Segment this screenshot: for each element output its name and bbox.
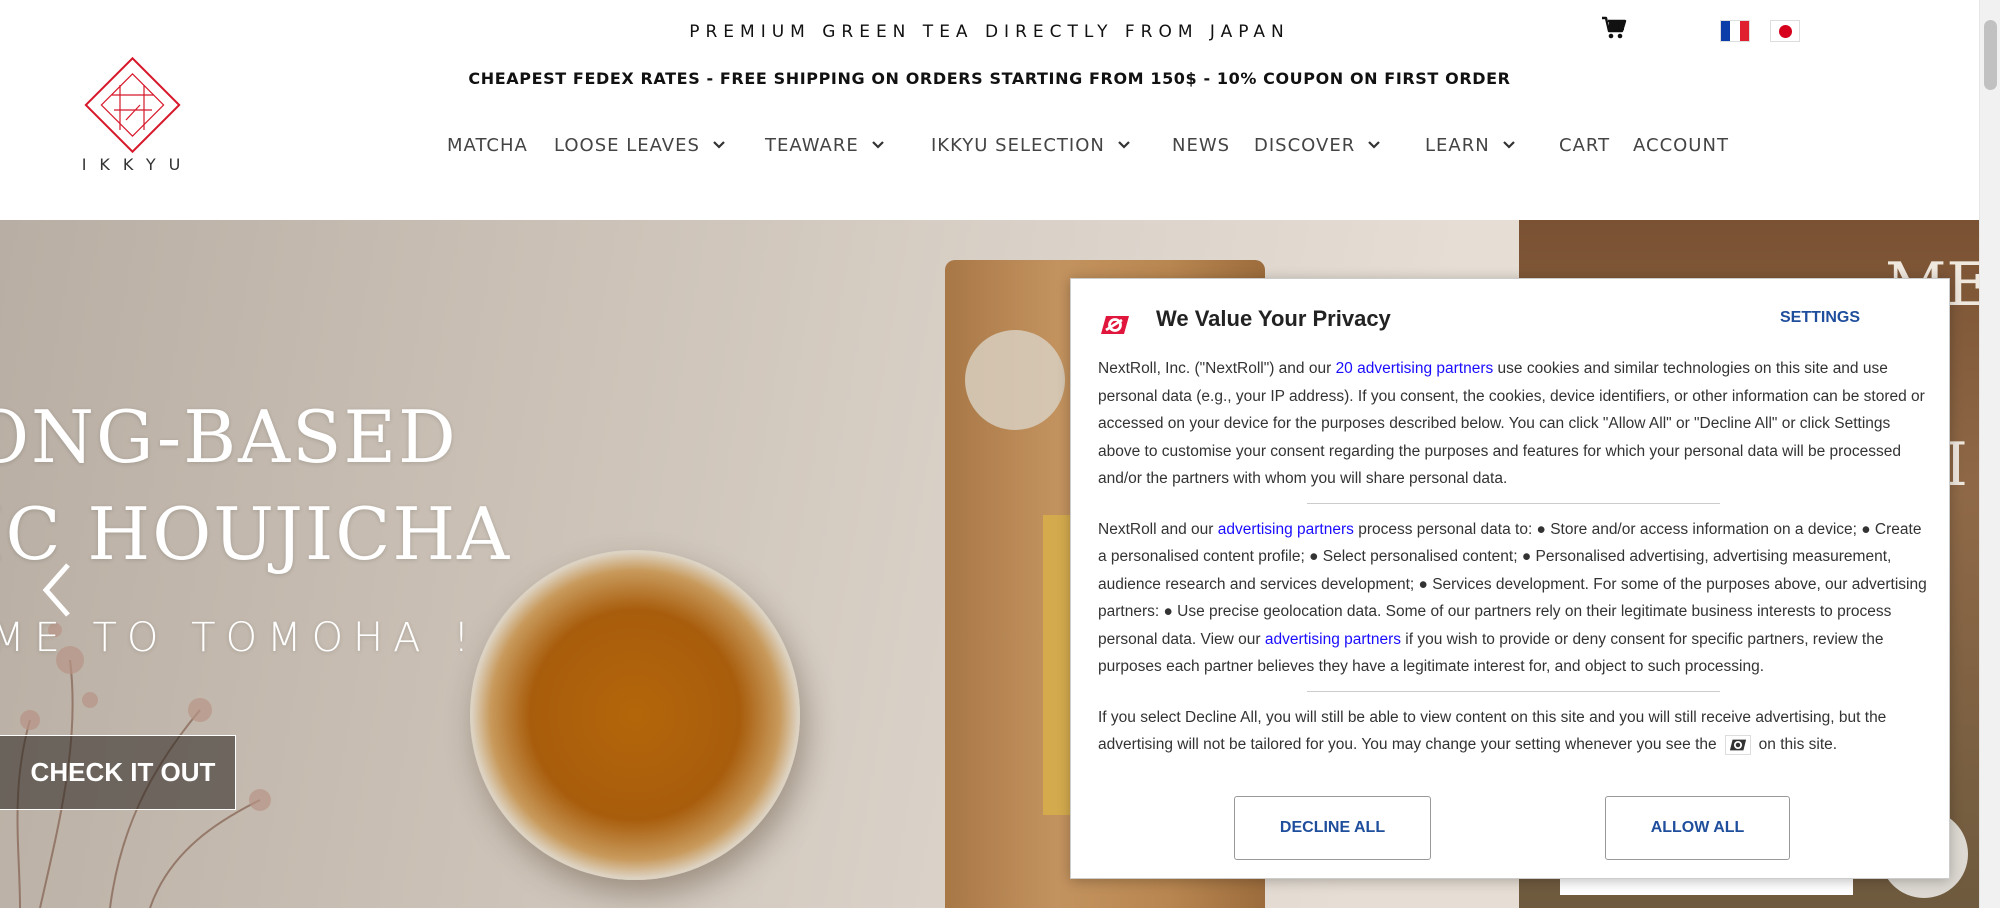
consent-text: use cookies and similar technologies on … bbox=[1098, 360, 1925, 487]
nav-item-label: MATCHA bbox=[447, 134, 528, 156]
consent-text: NextRoll and our bbox=[1098, 520, 1218, 538]
settings-button[interactable]: SETTINGS bbox=[1780, 309, 1860, 327]
nav-item-label: TEAWARE bbox=[765, 134, 859, 156]
nav-item-label: LOOSE LEAVES bbox=[554, 134, 700, 156]
hero-heading-line: ONG-BASED bbox=[0, 395, 458, 479]
header-tagline: PREMIUM GREEN TEA DIRECTLY FROM JAPAN bbox=[689, 22, 1290, 42]
chevron-down-icon bbox=[1502, 141, 1515, 149]
advertising-partners-link[interactable]: 20 advertising partners bbox=[1336, 360, 1494, 377]
consent-paragraph: NextRoll and our advertising partners pr… bbox=[1098, 516, 1928, 681]
decline-all-button[interactable]: DECLINE ALL bbox=[1234, 796, 1431, 860]
advertising-partners-link[interactable]: advertising partners bbox=[1218, 521, 1354, 538]
dialog-body: NextRoll, Inc. ("NextRoll") and our 20 a… bbox=[1098, 355, 1928, 759]
dialog-title: We Value Your Privacy bbox=[1156, 306, 1391, 331]
nav-item-discover[interactable]: DISCOVER bbox=[1254, 130, 1381, 160]
nav-item-label: ACCOUNT bbox=[1633, 134, 1729, 156]
nav-item-ikkyu-selection[interactable]: IKKYU SELECTION bbox=[931, 130, 1131, 160]
chevron-down-icon bbox=[1118, 141, 1130, 149]
check-it-out-button[interactable]: CHECK IT OUT bbox=[0, 735, 236, 810]
nav-item-label: NEWS bbox=[1172, 134, 1231, 156]
nav-item-news[interactable]: NEWS bbox=[1172, 130, 1230, 160]
ikkyu-logo[interactable]: IKKYU bbox=[70, 55, 195, 180]
chevron-down-icon bbox=[1368, 141, 1380, 149]
consent-text: NextRoll, Inc. ("NextRoll") and our bbox=[1098, 360, 1336, 377]
cart-icon[interactable] bbox=[1601, 16, 1627, 40]
nav-item-label: LEARN bbox=[1425, 134, 1490, 156]
consent-paragraph: NextRoll, Inc. ("NextRoll") and our 20 a… bbox=[1098, 355, 1928, 493]
nav-item-matcha[interactable]: MATCHA bbox=[447, 130, 528, 160]
nextroll-consent-icon[interactable] bbox=[1724, 734, 1751, 755]
nav-item-label: CART bbox=[1559, 134, 1611, 156]
consent-text: process personal data to: ● Store and/or… bbox=[1098, 520, 1927, 648]
chevron-down-icon bbox=[871, 141, 884, 149]
chevron-left-icon[interactable] bbox=[38, 560, 78, 620]
privacy-consent-dialog: We Value Your Privacy SETTINGS NextRoll,… bbox=[1070, 278, 1950, 879]
nav-item-learn[interactable]: LEARN bbox=[1425, 130, 1516, 160]
jas-organic-seal bbox=[965, 330, 1065, 430]
flag-france-icon[interactable] bbox=[1720, 20, 1750, 42]
hero-subheading: ME TO TOMOHA ! bbox=[0, 615, 480, 661]
nav-item-label: IKKYU SELECTION bbox=[931, 134, 1105, 156]
page-scrollbar[interactable] bbox=[1979, 0, 2000, 908]
nav-item-cart[interactable]: CART bbox=[1559, 130, 1610, 160]
divider bbox=[1306, 502, 1720, 504]
flag-japan-icon[interactable] bbox=[1770, 20, 1800, 42]
divider bbox=[1306, 690, 1720, 692]
scrollbar-thumb[interactable] bbox=[1984, 20, 1997, 90]
allow-all-button[interactable]: ALLOW ALL bbox=[1605, 796, 1790, 860]
chevron-down-icon bbox=[713, 141, 725, 149]
nav-item-loose-leaves[interactable]: LOOSE LEAVES bbox=[554, 130, 726, 160]
nextroll-logo-icon bbox=[1101, 316, 1129, 334]
consent-paragraph: If you select Decline All, you will stil… bbox=[1098, 704, 1928, 759]
consent-text: on this site. bbox=[1758, 736, 1838, 753]
nav-item-teaware[interactable]: TEAWARE bbox=[765, 130, 885, 160]
shipping-promo-banner: CHEAPEST FEDEX RATES - FREE SHIPPING ON … bbox=[468, 69, 1511, 88]
site-header: PREMIUM GREEN TEA DIRECTLY FROM JAPAN CH… bbox=[0, 0, 1979, 220]
nav-item-account[interactable]: ACCOUNT bbox=[1633, 130, 1729, 160]
advertising-partners-link[interactable]: advertising partners bbox=[1265, 631, 1401, 648]
nav-item-label: DISCOVER bbox=[1254, 134, 1356, 156]
tea-cup-image bbox=[470, 550, 800, 880]
main-navigation: MATCHA LOOSE LEAVES TEAWARE IKKYU SELECT… bbox=[0, 130, 1979, 160]
